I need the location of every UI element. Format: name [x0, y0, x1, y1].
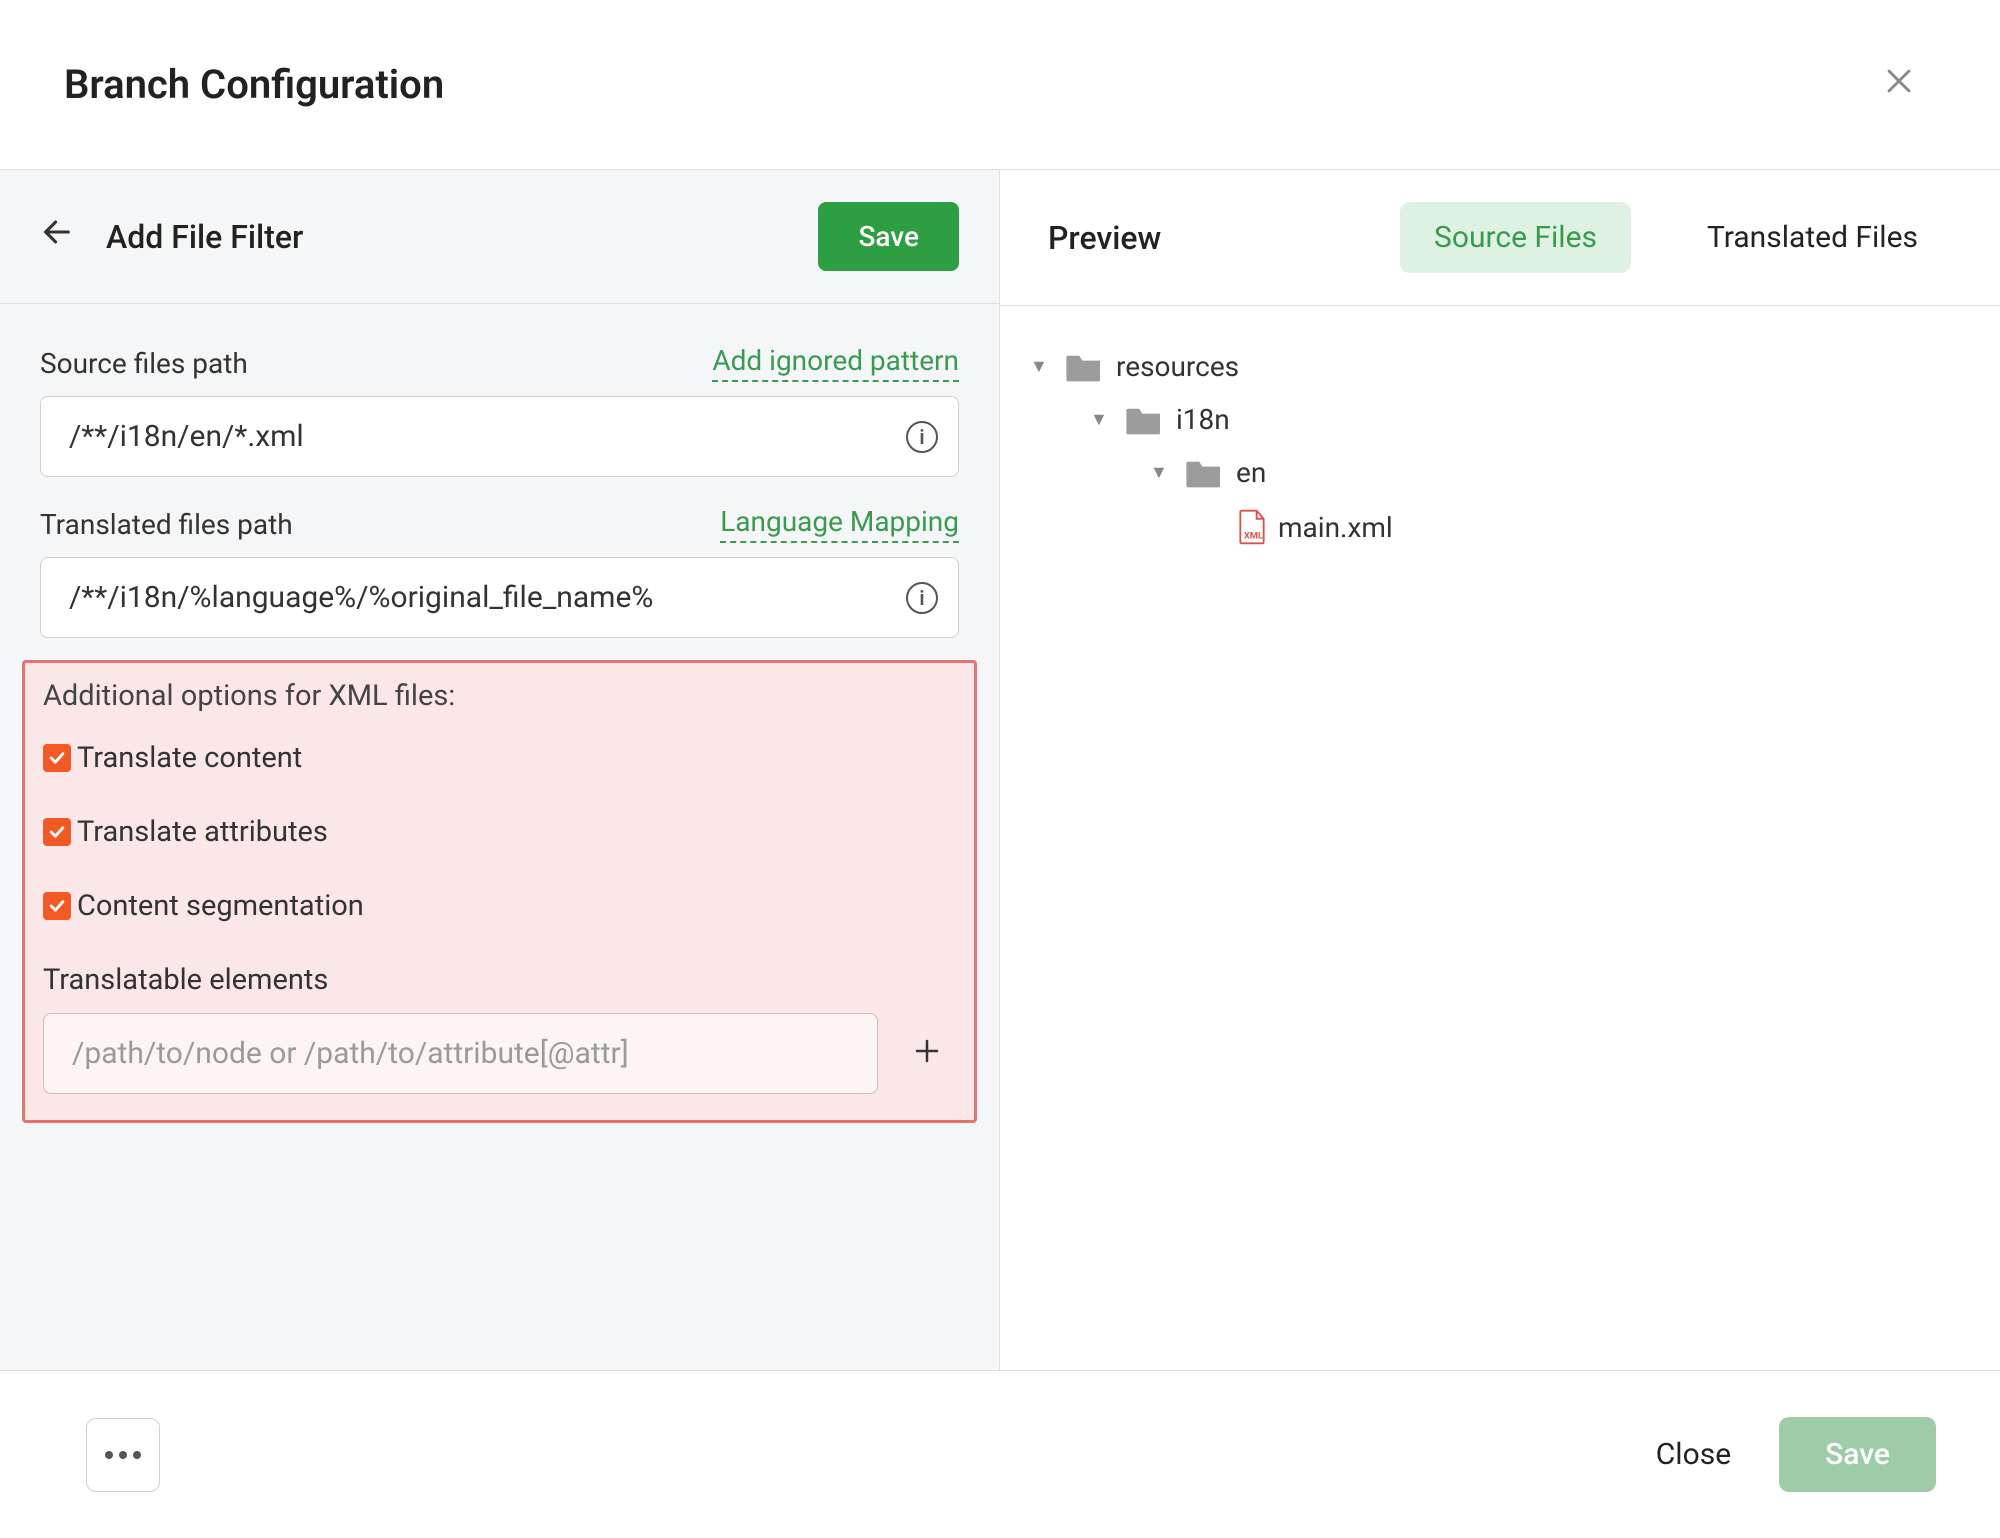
- tree-row-resources[interactable]: ▼ resources: [1030, 340, 1970, 393]
- xml-options-title: Additional options for XML files:: [43, 679, 956, 713]
- back-arrow-icon[interactable]: [40, 215, 74, 259]
- file-tree: ▼ resources ▼ i18n ▼ en XML main.xml: [1000, 306, 2000, 589]
- source-path-label: Source files path: [40, 347, 248, 380]
- translated-path-input[interactable]: [41, 558, 906, 637]
- left-panel-title: Add File Filter: [106, 218, 303, 256]
- close-icon[interactable]: [1882, 60, 1916, 109]
- save-button-footer[interactable]: Save: [1779, 1417, 1936, 1492]
- tab-group: Source Files Translated Files: [1400, 202, 1952, 273]
- more-button[interactable]: [86, 1418, 160, 1492]
- tree-label: resources: [1116, 350, 1239, 383]
- left-toolbar: Add File Filter Save: [0, 170, 999, 304]
- save-button[interactable]: Save: [818, 202, 959, 271]
- tab-translated-files[interactable]: Translated Files: [1673, 202, 1952, 273]
- form-area: Source files path Add ignored pattern i …: [0, 304, 999, 660]
- tree-label: main.xml: [1278, 511, 1393, 544]
- folder-icon: [1064, 351, 1104, 383]
- info-icon[interactable]: i: [906, 582, 938, 614]
- content-segmentation-row: Content segmentation: [43, 889, 956, 923]
- translated-path-label: Translated files path: [40, 508, 293, 541]
- info-icon[interactable]: i: [906, 421, 938, 453]
- tree-row-i18n[interactable]: ▼ i18n: [1030, 393, 1970, 446]
- source-path-input-wrap: i: [40, 396, 959, 477]
- modal-title: Branch Configuration: [64, 61, 444, 108]
- left-panel: Add File Filter Save Source files path A…: [0, 170, 1000, 1370]
- preview-label: Preview: [1048, 219, 1161, 257]
- caret-down-icon[interactable]: ▼: [1150, 462, 1172, 483]
- content-segmentation-checkbox[interactable]: [43, 892, 71, 920]
- translatable-elements-input-wrap: [43, 1013, 878, 1094]
- caret-down-icon[interactable]: ▼: [1090, 409, 1112, 430]
- translate-content-label: Translate content: [77, 741, 302, 775]
- tree-row-main-xml[interactable]: XML main.xml: [1030, 499, 1970, 555]
- folder-icon: [1184, 457, 1224, 489]
- translate-attributes-row: Translate attributes: [43, 815, 956, 849]
- translatable-elements-input[interactable]: [44, 1014, 877, 1093]
- add-ignored-pattern-link[interactable]: Add ignored pattern: [712, 344, 959, 382]
- tree-label: en: [1236, 456, 1266, 489]
- source-path-row: Source files path Add ignored pattern i: [40, 344, 959, 477]
- right-toolbar: Preview Source Files Translated Files: [1000, 170, 2000, 306]
- translate-content-checkbox[interactable]: [43, 744, 71, 772]
- add-element-button[interactable]: [898, 1032, 956, 1076]
- modal-header: Branch Configuration: [0, 0, 2000, 169]
- translated-path-row: Translated files path Language Mapping i: [40, 505, 959, 638]
- folder-icon: [1124, 404, 1164, 436]
- xml-options-box: Additional options for XML files: Transl…: [22, 660, 977, 1123]
- svg-text:XML: XML: [1244, 531, 1263, 542]
- footer-actions: Close Save: [1656, 1417, 1936, 1492]
- caret-down-icon[interactable]: ▼: [1030, 356, 1052, 377]
- language-mapping-link[interactable]: Language Mapping: [720, 505, 959, 543]
- right-panel: Preview Source Files Translated Files ▼ …: [1000, 170, 2000, 1370]
- toolbar-left: Add File Filter: [40, 215, 303, 259]
- modal-body: Add File Filter Save Source files path A…: [0, 169, 2000, 1371]
- tree-row-en[interactable]: ▼ en: [1030, 446, 1970, 499]
- xml-file-icon: XML: [1238, 509, 1266, 545]
- translate-attributes-label: Translate attributes: [77, 815, 328, 849]
- ellipsis-icon: [105, 1451, 141, 1459]
- translatable-elements-row: [43, 1013, 956, 1094]
- tree-label: i18n: [1176, 403, 1230, 436]
- translate-attributes-checkbox[interactable]: [43, 818, 71, 846]
- content-segmentation-label: Content segmentation: [77, 889, 364, 923]
- translate-content-row: Translate content: [43, 741, 956, 775]
- modal-footer: Close Save: [0, 1371, 2000, 1538]
- branch-config-modal: Branch Configuration Add File Filter Sav…: [0, 0, 2000, 1538]
- translatable-elements-label: Translatable elements: [43, 963, 956, 997]
- close-button[interactable]: Close: [1656, 1437, 1731, 1472]
- source-path-input[interactable]: [41, 397, 906, 476]
- tab-source-files[interactable]: Source Files: [1400, 202, 1631, 273]
- translated-path-input-wrap: i: [40, 557, 959, 638]
